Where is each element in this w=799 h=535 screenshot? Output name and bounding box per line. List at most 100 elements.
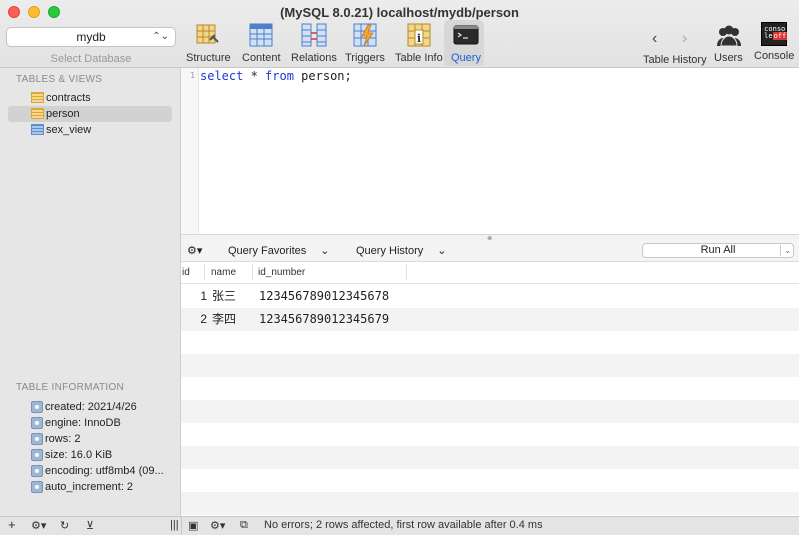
info-item-icon <box>31 449 43 461</box>
gear-menu-icon[interactable]: ⚙▾ <box>210 519 225 532</box>
table-info-tab[interactable]: i Table Info <box>395 22 443 64</box>
column-divider[interactable] <box>204 264 205 280</box>
console-icon-text: leoff <box>764 32 788 40</box>
refresh-icon[interactable]: ↻ <box>60 519 69 532</box>
info-item: encoding: utf8mb4 (09... <box>0 463 180 479</box>
info-item-icon <box>31 465 43 477</box>
sidebar-item-person[interactable]: person <box>8 106 172 122</box>
sql-keyword: select <box>200 69 244 83</box>
query-favorites-label: Query Favorites <box>228 245 307 257</box>
column-header-id[interactable]: id <box>182 267 190 278</box>
info-text: size: 16.0 KiB <box>45 449 113 461</box>
column-divider[interactable] <box>406 264 407 280</box>
window-title: (MySQL 8.0.21) localhost/mydb/person <box>280 5 519 20</box>
info-item-icon <box>31 401 43 413</box>
empty-row <box>181 400 799 423</box>
line-number-gutter: 1 <box>181 68 199 234</box>
table-info-list: created: 2021/4/26 engine: InnoDB rows: … <box>0 399 180 495</box>
run-all-label: Run All <box>700 244 736 256</box>
database-select-value: mydb <box>76 30 106 44</box>
chevron-updown-icon[interactable]: ⌄ <box>784 244 791 257</box>
query-favorites-button[interactable]: Query Favorites ⌄ <box>228 244 329 257</box>
table-history-button[interactable]: Table History <box>643 54 707 66</box>
chevron-down-icon: ⌄ <box>320 245 330 257</box>
structure-tab-label: Structure <box>186 52 231 64</box>
info-text: engine: InnoDB <box>45 417 121 429</box>
query-history-label: Query History <box>356 245 424 257</box>
triggers-tab[interactable]: Triggers <box>345 22 385 64</box>
triggers-icon <box>352 22 378 48</box>
users-label: Users <box>714 52 743 64</box>
table-name: person <box>46 108 80 120</box>
toolbar: (MySQL 8.0.21) localhost/mydb/person myd… <box>0 0 799 68</box>
query-history-button[interactable]: Query History ⌄ <box>356 244 446 257</box>
info-text: auto_increment: 2 <box>45 481 134 493</box>
relations-tab[interactable]: Relations <box>291 22 337 64</box>
copy-icon[interactable]: ⧉ <box>240 519 248 532</box>
database-select-caption: Select Database <box>50 53 132 65</box>
info-item: size: 16.0 KiB <box>0 447 180 463</box>
content-tab-label: Content <box>242 52 281 64</box>
sidebar: TABLES & VIEWS contracts person sex_view… <box>0 68 181 516</box>
gear-menu-icon[interactable]: ⚙▾ <box>31 519 46 532</box>
table-icon <box>31 92 44 103</box>
users-button[interactable]: Users <box>714 22 743 64</box>
query-editor[interactable]: 1 select * from person; <box>181 68 799 234</box>
content-tab[interactable]: Content <box>242 22 281 64</box>
chevron-down-icon: ⌄ <box>437 245 447 257</box>
cell-name[interactable]: 李四 <box>212 308 236 331</box>
toggle-panel-icon[interactable]: ▣ <box>188 519 198 532</box>
relations-icon <box>301 22 327 48</box>
query-tab[interactable]: Query <box>444 20 484 66</box>
table-row[interactable]: 1 张三 123456789012345678 <box>181 285 799 308</box>
table-row[interactable]: 2 李四 123456789012345679 <box>181 308 799 331</box>
empty-row <box>181 492 799 515</box>
table-list: contracts person sex_view <box>0 90 180 138</box>
add-icon[interactable]: + <box>8 517 16 532</box>
relations-tab-label: Relations <box>291 52 337 64</box>
table-name: contracts <box>46 92 91 104</box>
query-text[interactable]: select * from person; <box>200 69 352 83</box>
column-header-name[interactable]: name <box>211 267 236 278</box>
database-select[interactable]: mydb ⌃⌄ <box>6 27 176 47</box>
empty-row <box>181 423 799 446</box>
gear-menu-icon[interactable]: ⚙▾ <box>187 244 202 257</box>
sidebar-item-sex-view[interactable]: sex_view <box>8 122 172 138</box>
select-arrows-icon: ⌃⌄ <box>152 31 169 42</box>
empty-row <box>181 331 799 354</box>
info-item: rows: 2 <box>0 431 180 447</box>
cell-name[interactable]: 张三 <box>212 285 236 308</box>
run-all-divider <box>780 245 781 256</box>
forward-arrow-icon[interactable]: › <box>682 30 687 48</box>
query-bar: ⚙▾ Query Favorites ⌄ Query History ⌄ Run A… <box>181 240 799 262</box>
cell-id-number[interactable]: 123456789012345678 <box>259 285 389 308</box>
sql-token: * <box>243 69 266 83</box>
info-text: encoding: utf8mb4 (09... <box>45 465 164 477</box>
console-icon-text: le <box>764 32 773 40</box>
table-information-header: TABLE INFORMATION <box>16 382 125 393</box>
info-item-icon <box>31 481 43 493</box>
triggers-tab-label: Triggers <box>345 52 385 64</box>
info-text: rows: 2 <box>45 433 81 445</box>
cell-id-number[interactable]: 123456789012345679 <box>259 308 389 331</box>
structure-tab[interactable]: Structure <box>186 22 231 64</box>
back-arrow-icon[interactable]: ‹ <box>652 30 657 48</box>
info-item: auto_increment: 2 <box>0 479 180 495</box>
column-header-id-number[interactable]: id_number <box>258 267 305 278</box>
status-message: No errors; 2 rows affected, first row av… <box>264 519 543 531</box>
column-divider[interactable] <box>252 264 253 280</box>
split-toggle-icon[interactable]: ||| <box>170 519 179 531</box>
info-item-icon <box>31 417 43 429</box>
console-button[interactable]: conso leoff Console <box>754 22 794 62</box>
run-all-button[interactable]: Run All ⌄ <box>642 243 794 258</box>
view-icon <box>31 124 44 135</box>
cell-id[interactable]: 1 <box>181 285 207 308</box>
cell-id[interactable]: 2 <box>181 308 207 331</box>
table-history-label: Table History <box>643 54 707 66</box>
empty-row <box>181 354 799 377</box>
filter-icon[interactable]: ⊻ <box>86 519 94 532</box>
empty-row <box>181 469 799 492</box>
sql-keyword: from <box>265 69 294 83</box>
sidebar-item-contracts[interactable]: contracts <box>8 90 172 106</box>
console-icon: conso leoff <box>761 22 788 46</box>
